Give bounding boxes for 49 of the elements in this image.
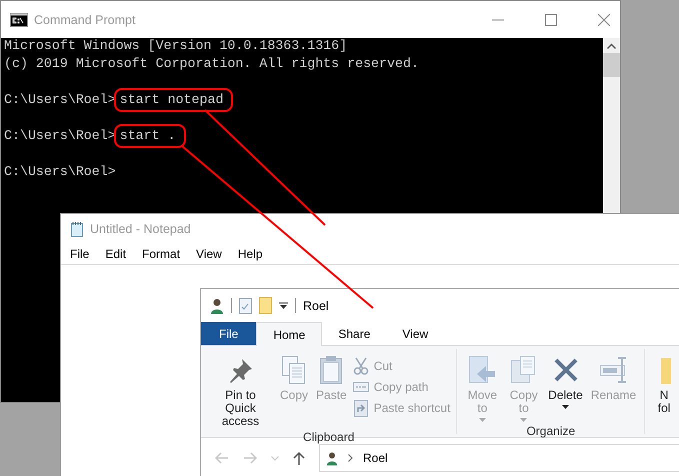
console-line: Microsoft Windows [Version 10.0.18363.1316] bbox=[4, 37, 348, 55]
menu-item[interactable]: Help bbox=[236, 247, 264, 261]
shortcut-icon bbox=[352, 399, 369, 417]
group-label: Organize bbox=[526, 424, 576, 440]
console-prompt: C:\Users\Roel> bbox=[4, 127, 116, 145]
window-title: Roel bbox=[303, 298, 329, 312]
console-prompt: C:\Users\Roel> bbox=[4, 91, 116, 109]
menu-item[interactable]: Format bbox=[141, 247, 182, 261]
group-label: Clipboard bbox=[303, 430, 354, 446]
menu-item[interactable]: File bbox=[69, 247, 90, 261]
chevron-right-icon bbox=[348, 454, 353, 462]
address-bar[interactable]: Roel bbox=[319, 444, 679, 472]
close-icon[interactable] bbox=[598, 14, 610, 26]
scroll-thumb[interactable] bbox=[603, 53, 620, 77]
up-arrow-icon[interactable] bbox=[293, 451, 305, 465]
menu-item[interactable]: View bbox=[195, 247, 223, 261]
ribbon-button[interactable]: N fol bbox=[649, 352, 679, 417]
path-icon bbox=[352, 382, 369, 392]
caret-icon bbox=[478, 418, 486, 422]
ribbon-tab[interactable]: View bbox=[386, 322, 444, 345]
move-to-icon bbox=[468, 354, 496, 386]
console-prompt: C:\Users\Roel> bbox=[4, 163, 116, 181]
window-title: Untitled - Notepad bbox=[90, 222, 191, 236]
console-command: start notepad bbox=[114, 88, 234, 112]
rename-icon bbox=[598, 354, 629, 386]
copy-to-icon bbox=[510, 354, 538, 386]
ribbon-tab[interactable]: Home bbox=[256, 322, 322, 346]
copy-icon bbox=[281, 354, 308, 386]
ribbon-tab[interactable]: Share bbox=[322, 322, 386, 345]
user-folder-icon bbox=[326, 450, 338, 466]
caret-icon bbox=[520, 418, 528, 422]
console-line: (c) 2019 Microsoft Corporation. All rights reserved. bbox=[4, 55, 419, 73]
notepad-icon bbox=[70, 221, 84, 237]
breadcrumb[interactable]: Roel bbox=[363, 451, 388, 465]
ribbon-button[interactable]: Delete bbox=[544, 352, 587, 411]
user-folder-icon bbox=[210, 298, 224, 314]
maximize-icon[interactable] bbox=[545, 14, 557, 26]
console-command: start . bbox=[114, 124, 186, 148]
ribbon-tab[interactable]: File bbox=[201, 322, 256, 345]
scissors-icon bbox=[352, 357, 369, 375]
clipboard-icon bbox=[319, 354, 344, 386]
dropdown-caret-icon[interactable] bbox=[279, 302, 288, 310]
terminal-icon bbox=[10, 12, 28, 26]
window-title: Command Prompt bbox=[34, 12, 136, 26]
properties-icon[interactable] bbox=[239, 298, 252, 314]
caret-icon bbox=[562, 405, 569, 409]
menu-item[interactable]: Edit bbox=[104, 247, 128, 261]
scroll-up-icon[interactable] bbox=[607, 43, 616, 49]
ribbon-button[interactable]: Pin to Quick access bbox=[205, 352, 276, 430]
